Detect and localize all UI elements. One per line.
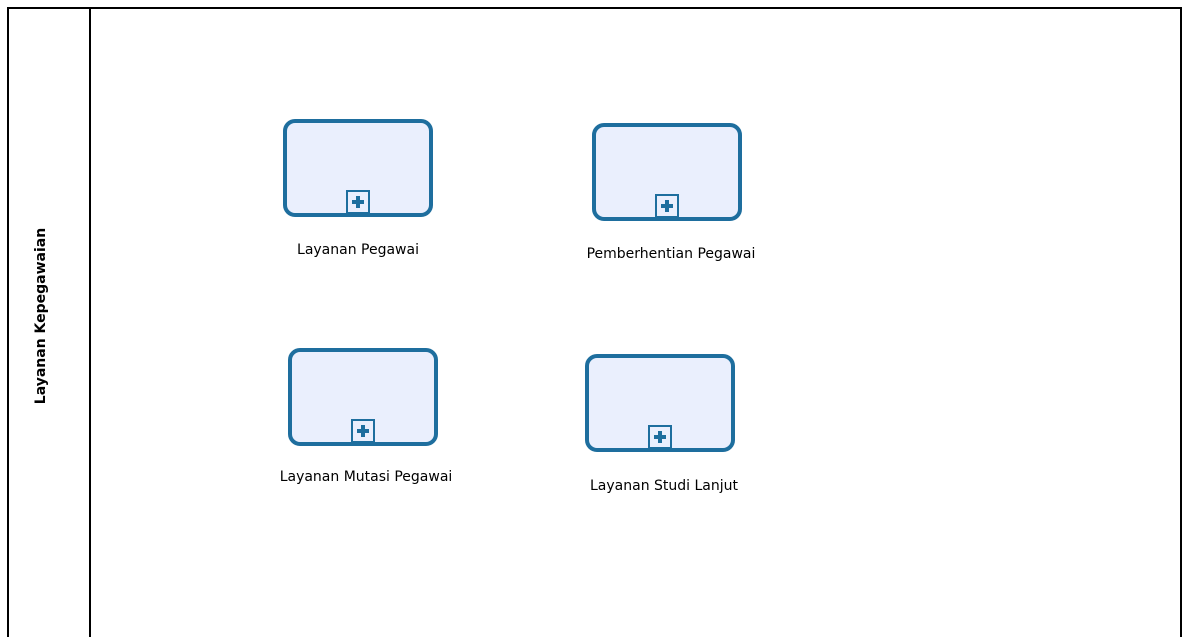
- plus-icon[interactable]: [648, 425, 672, 449]
- task-label: Layanan Pegawai: [297, 242, 419, 258]
- pool: [7, 7, 1182, 637]
- subprocess-task[interactable]: [592, 123, 742, 221]
- subprocess-task[interactable]: [585, 354, 735, 452]
- task-label: Layanan Mutasi Pegawai: [279, 469, 453, 485]
- subprocess-task[interactable]: [283, 119, 433, 217]
- plus-icon[interactable]: [655, 194, 679, 218]
- task-label: Layanan Studi Lanjut: [590, 478, 738, 494]
- subprocess-task[interactable]: [288, 348, 438, 446]
- pool-label: Layanan Kepegawaian: [33, 227, 49, 405]
- plus-icon[interactable]: [346, 190, 370, 214]
- task-label: Pemberhentian Pegawai: [586, 246, 756, 262]
- plus-icon[interactable]: [351, 419, 375, 443]
- pool-header: [9, 9, 91, 637]
